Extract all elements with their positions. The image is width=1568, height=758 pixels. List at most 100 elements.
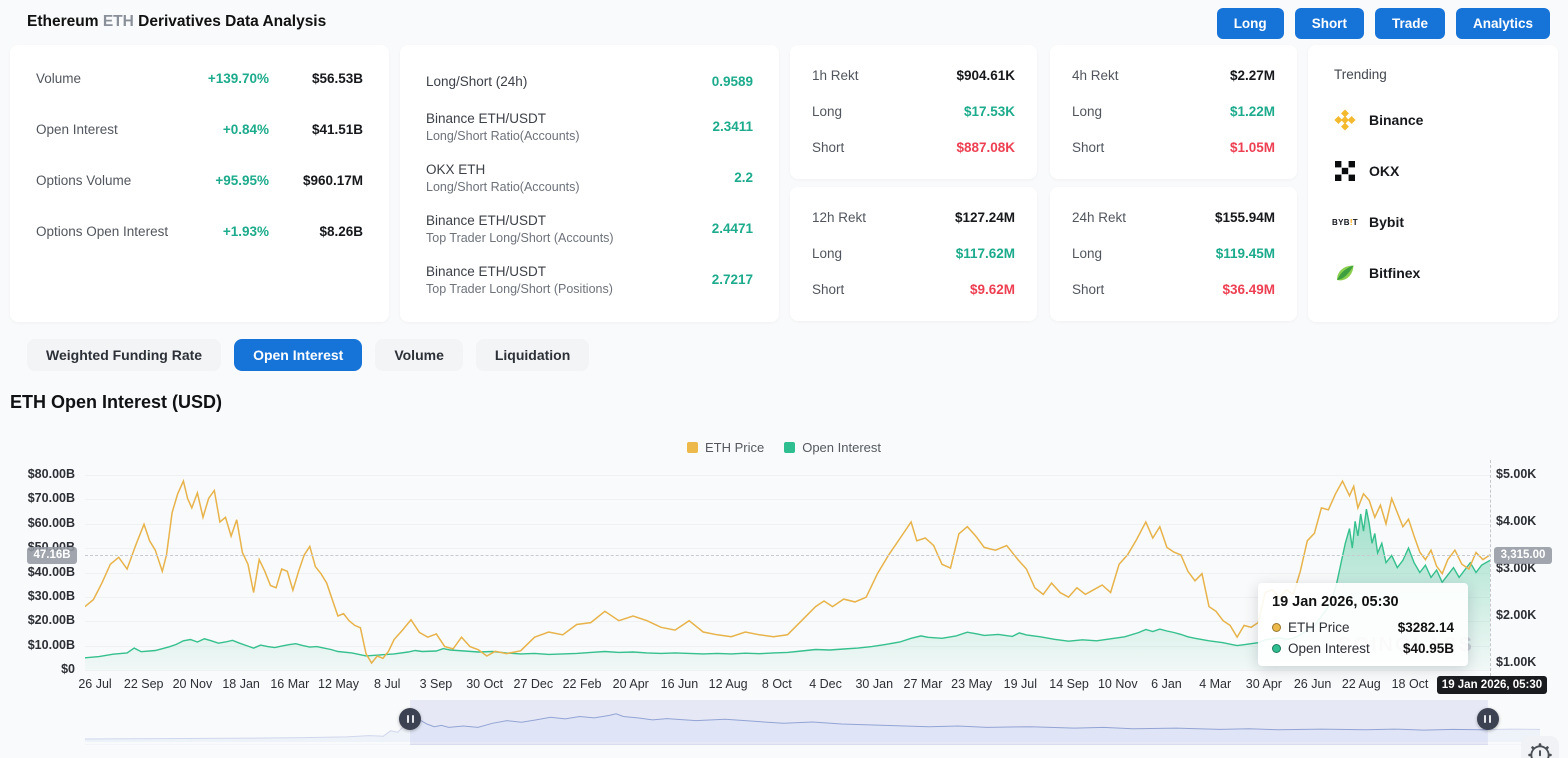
x-axis-tick: 18 Oct	[1392, 677, 1429, 691]
y-axis-right-tick: $2.00K	[1496, 608, 1536, 622]
x-axis-tick: 20 Apr	[613, 677, 649, 691]
ratio-label: OKX ETH	[426, 162, 734, 177]
rekt-short-value: $9.62M	[970, 282, 1015, 297]
x-axis-tick: 26 Jul	[78, 677, 111, 691]
ratio-value: 2.2	[734, 170, 753, 185]
trending-item-bitfinex[interactable]: Bitfinex	[1334, 262, 1532, 284]
y-axis-left-tick: $0	[9, 662, 75, 676]
x-axis-tick: 22 Aug	[1342, 677, 1381, 691]
tab-volume[interactable]: Volume	[375, 339, 463, 371]
ratio-row-top-trader-accounts[interactable]: Binance ETH/USDT Top Trader Long/Short (…	[426, 210, 753, 247]
stat-row-open-interest: Open Interest +0.84% $41.51B	[36, 120, 363, 138]
page-title-symbol: ETH	[103, 13, 134, 30]
y-axis-left-tick: $20.00B	[9, 613, 75, 627]
stat-value: $8.26B	[291, 224, 363, 239]
legend-item-eth-price[interactable]: ETH Price	[687, 440, 764, 455]
long-short-ratio-card: Long/Short (24h) 0.9589 Binance ETH/USDT…	[400, 45, 779, 322]
trending-exchange-name: OKX	[1369, 163, 1399, 179]
tab-weighted-funding-rate[interactable]: Weighted Funding Rate	[27, 339, 221, 371]
rekt-total: $155.94M	[1215, 210, 1275, 225]
ratio-row-24h[interactable]: Long/Short (24h) 0.9589	[426, 69, 753, 93]
open-interest-dot-icon	[1272, 644, 1281, 653]
x-axis-tick: 8 Jul	[374, 677, 400, 691]
rekt-short-label: Short	[1072, 140, 1104, 155]
chart-range-navigator[interactable]	[85, 700, 1540, 745]
x-axis-tick: 12 May	[318, 677, 359, 691]
ratio-row-top-trader-positions[interactable]: Binance ETH/USDT Top Trader Long/Short (…	[426, 261, 753, 298]
gear-alert-icon	[1527, 742, 1553, 758]
rekt-short-value: $36.49M	[1222, 282, 1275, 297]
y-axis-right-tick: $1.00K	[1496, 655, 1536, 669]
ratio-row-okx-accounts[interactable]: OKX ETH Long/Short Ratio(Accounts) 2.2	[426, 159, 753, 196]
page-title: Ethereum ETH Derivatives Data Analysis	[27, 13, 326, 31]
long-button[interactable]: Long	[1217, 8, 1284, 39]
x-axis-tick: 3 Sep	[420, 677, 453, 691]
legend-label: ETH Price	[705, 440, 764, 455]
ratio-label: Long/Short (24h)	[426, 74, 712, 89]
tooltip-value: $3282.14	[1398, 620, 1454, 635]
trending-item-binance[interactable]: Binance	[1334, 109, 1532, 131]
ratio-sublabel: Top Trader Long/Short (Accounts)	[426, 231, 712, 245]
rekt-short-label: Short	[1072, 282, 1104, 297]
settings-button[interactable]	[1521, 736, 1559, 758]
chart-tabs: Weighted Funding Rate Open Interest Volu…	[27, 339, 589, 371]
navigator-left-handle[interactable]	[399, 708, 421, 730]
trade-button[interactable]: Trade	[1375, 8, 1445, 39]
trending-item-bybit[interactable]: BYB!T Bybit	[1334, 211, 1532, 233]
x-axis-tick: 16 Jun	[661, 677, 699, 691]
page-title-rest: Derivatives Data Analysis	[138, 13, 326, 30]
legend-label: Open Interest	[802, 440, 881, 455]
y-axis-right-tick: $5.00K	[1496, 467, 1536, 481]
rekt-short-value: $1.05M	[1230, 140, 1275, 155]
ratio-row-binance-accounts[interactable]: Binance ETH/USDT Long/Short Ratio(Accoun…	[426, 108, 753, 145]
ratio-sublabel: Long/Short Ratio(Accounts)	[426, 180, 734, 194]
rekt-short-label: Short	[812, 140, 844, 155]
ratio-label: Binance ETH/USDT	[426, 213, 712, 228]
x-axis-tick: 18 Jan	[222, 677, 260, 691]
chart-tooltip: 19 Jan 2026, 05:30 ETH Price $3282.14 Op…	[1258, 583, 1468, 666]
x-axis-tick: 12 Aug	[709, 677, 748, 691]
current-value-dashed-line	[85, 555, 1490, 556]
short-button[interactable]: Short	[1295, 8, 1364, 39]
navigator-unselected-left	[85, 700, 410, 745]
page-title-asset: Ethereum	[27, 13, 99, 30]
trending-card: Trending Binance	[1308, 45, 1558, 322]
tooltip-label: Open Interest	[1288, 641, 1403, 656]
trending-exchange-name: Binance	[1369, 112, 1423, 128]
rekt-title: 12h Rekt	[812, 210, 866, 225]
navigator-right-handle[interactable]	[1477, 708, 1499, 730]
x-axis-tick: 22 Feb	[563, 677, 602, 691]
stat-label: Open Interest	[36, 122, 223, 137]
eth-derivatives-dashboard: { "header": { "title": { "asset": "Ether…	[0, 0, 1568, 758]
stat-label: Volume	[36, 71, 208, 86]
tab-open-interest[interactable]: Open Interest	[234, 339, 362, 371]
tab-liquidation[interactable]: Liquidation	[476, 339, 589, 371]
tooltip-value: $40.95B	[1403, 641, 1454, 656]
ratio-value: 2.4471	[712, 221, 753, 236]
trending-exchange-name: Bybit	[1369, 214, 1404, 230]
trending-title: Trending	[1334, 67, 1532, 82]
x-cursor-badge: 19 Jan 2026, 05:30	[1437, 676, 1547, 694]
rekt-long-value: $1.22M	[1230, 104, 1275, 119]
rekt-card-24h: 24h Rekt$155.94M Long$119.45M Short$36.4…	[1050, 187, 1297, 321]
open-interest-swatch-icon	[784, 442, 795, 453]
rekt-long-label: Long	[812, 104, 842, 119]
y-axis-left-tick: $30.00B	[9, 589, 75, 603]
tooltip-row-open-interest: Open Interest $40.95B	[1272, 641, 1454, 656]
ratio-sublabel: Long/Short Ratio(Accounts)	[426, 129, 712, 143]
x-axis-labels: 26 Jul22 Sep20 Nov18 Jan16 Mar12 May8 Ju…	[0, 677, 1568, 693]
chart-heading: ETH Open Interest (USD)	[10, 392, 222, 413]
binance-logo-icon	[1334, 109, 1356, 131]
legend-item-open-interest[interactable]: Open Interest	[784, 440, 881, 455]
ratio-label: Binance ETH/USDT	[426, 264, 712, 279]
analytics-button[interactable]: Analytics	[1456, 8, 1550, 39]
rekt-card-12h: 12h Rekt$127.24M Long$117.62M Short$9.62…	[790, 187, 1037, 321]
x-axis-tick: 19 Jul	[1004, 677, 1037, 691]
y-axis-left-tick: $10.00B	[9, 638, 75, 652]
rekt-card-1h: 1h Rekt$904.61K Long$17.53K Short$887.08…	[790, 45, 1037, 179]
x-axis-tick: 30 Jan	[855, 677, 893, 691]
trending-item-okx[interactable]: OKX	[1334, 160, 1532, 182]
rekt-total: $904.61K	[956, 68, 1015, 83]
x-axis-tick: 4 Mar	[1199, 677, 1231, 691]
rekt-short-value: $887.08K	[956, 140, 1015, 155]
